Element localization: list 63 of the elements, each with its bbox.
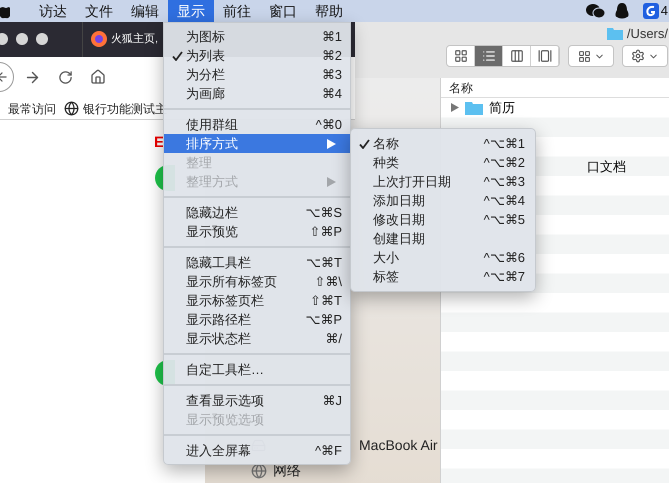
fox-logo-icon <box>91 31 107 48</box>
menu-item[interactable]: 种类 ^⌥⌘2 <box>351 153 535 172</box>
window-control-icon[interactable] <box>36 33 48 46</box>
menu-item[interactable]: 大小 ^⌥⌘6 <box>351 248 535 267</box>
menu-title[interactable]: 前往 <box>214 0 260 22</box>
menu-item[interactable]: 显示路径栏 ⌥⌘P <box>164 310 350 329</box>
window-control-icon[interactable] <box>16 33 28 46</box>
path-title: /Users/ <box>626 24 668 43</box>
bookmark[interactable]: 最常访问 <box>8 100 56 118</box>
view-mode-button[interactable] <box>475 46 503 66</box>
logo-letter: E <box>154 135 164 150</box>
menu-title[interactable]: 窗口 <box>260 0 306 22</box>
columns-view-icon <box>510 49 524 63</box>
menu-item[interactable]: 创建日期 <box>351 229 535 248</box>
checkmark-icon <box>172 50 182 60</box>
file-name[interactable]: 口文档 <box>587 156 626 176</box>
menu-title[interactable]: 访达 <box>30 0 76 22</box>
penguin-icon[interactable] <box>614 2 629 20</box>
menu-item[interactable]: 查看显示选项 ⌘J <box>164 391 350 410</box>
menu-item[interactable]: 为分栏 ⌘3 <box>164 65 350 84</box>
menu-item[interactable]: 进入全屏幕 ^⌘F <box>164 441 350 460</box>
reload-icon[interactable] <box>58 70 73 85</box>
menu-item[interactable]: 修改日期 ^⌥⌘5 <box>351 210 535 229</box>
folder-icon <box>465 100 483 115</box>
menu-item[interactable]: 使用群组 ^⌘0 <box>164 115 350 134</box>
menu-item[interactable]: 显示状态栏 ⌘/ <box>164 329 350 348</box>
gallery-view-icon <box>538 49 552 63</box>
menu-item[interactable]: 名称 ^⌥⌘1 <box>351 134 535 153</box>
grid-view-icon <box>454 49 468 63</box>
status-text: 4 <box>660 2 668 20</box>
menu-item[interactable]: 显示预览 ⇧⌘P <box>164 222 350 241</box>
grid-icon <box>578 50 590 62</box>
menu-item[interactable]: 隐藏边栏 ⌥⌘S <box>164 203 350 222</box>
group-button[interactable] <box>568 45 614 67</box>
globe-icon <box>251 462 267 478</box>
file-name[interactable]: 简历 <box>489 98 515 118</box>
gear-icon <box>631 49 645 63</box>
disclosure-triangle-icon[interactable] <box>451 103 459 112</box>
home-icon[interactable] <box>90 69 106 86</box>
submenu-arrow-icon <box>327 138 336 148</box>
menu-title[interactable]: 文件 <box>76 0 122 22</box>
settings-button[interactable] <box>622 45 668 67</box>
menu-item[interactable]: 为画廊 ⌘4 <box>164 84 350 103</box>
globe-icon <box>64 101 79 116</box>
menu-item[interactable]: 添加日期 ^⌥⌘4 <box>351 191 535 210</box>
menu-item[interactable]: 标签 ^⌥⌘7 <box>351 267 535 286</box>
menu-item[interactable]: 排序方式 <box>164 134 350 153</box>
menu-item[interactable]: 显示所有标签页 ⇧⌘\ <box>164 272 350 291</box>
submenu-arrow-icon <box>327 176 336 186</box>
menu-title[interactable]: 编辑 <box>122 0 168 22</box>
menu-item[interactable]: 为图标 ⌘1 <box>164 27 350 46</box>
checkmark-icon <box>358 138 370 148</box>
menu-title[interactable]: 显示 <box>168 0 214 22</box>
menu-item[interactable]: 自定工具栏… <box>164 360 350 379</box>
list-view-icon <box>482 49 496 63</box>
menu-title[interactable]: 帮助 <box>306 0 352 22</box>
folder-icon <box>606 27 623 40</box>
menu-item[interactable]: 为列表 ⌘2 <box>164 46 350 65</box>
app-badge-icon[interactable] <box>642 3 659 19</box>
chat-bubbles-icon[interactable] <box>584 3 605 19</box>
menu-item[interactable]: 上次打开日期 ^⌥⌘3 <box>351 172 535 191</box>
menu-item[interactable]: 隐藏工具栏 ⌥⌘T <box>164 253 350 272</box>
menu-item[interactable]: 显示标签页栏 ⇧⌘T <box>164 291 350 310</box>
